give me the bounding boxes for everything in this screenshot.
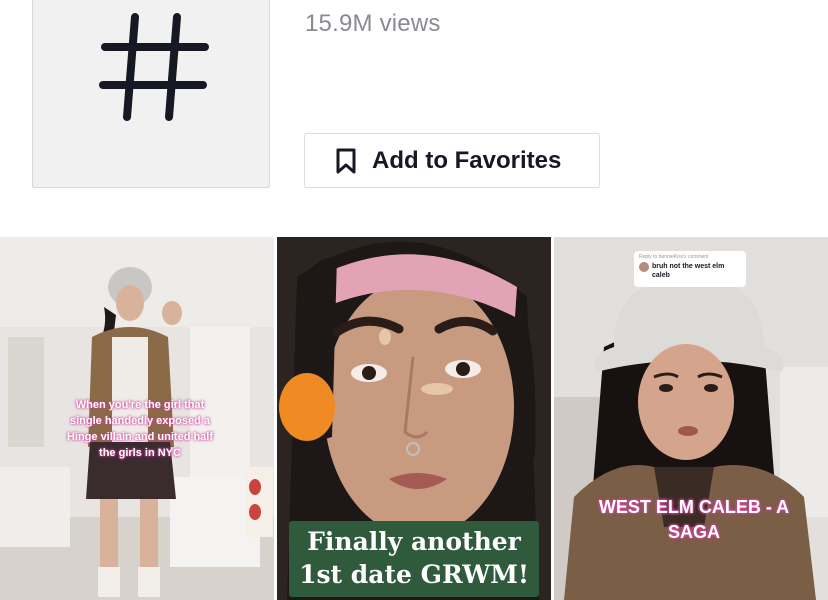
avatar bbox=[639, 262, 649, 272]
video-caption: When you're the girl that single handedl… bbox=[66, 399, 214, 459]
hashtag-avatar bbox=[32, 0, 270, 188]
video-card[interactable]: Finally another 1st date GRWM! bbox=[277, 237, 551, 600]
add-to-favorites-button[interactable]: Add to Favorites bbox=[304, 133, 600, 188]
reply-meta: Reply to bunnieKiss's comment bbox=[639, 254, 709, 260]
video-caption: Finally another 1st date GRWM! bbox=[289, 521, 539, 597]
bookmark-icon bbox=[336, 148, 356, 174]
hashtag-icon bbox=[99, 13, 209, 121]
video-card[interactable]: Reply to bunnieKiss's comment bruh not t… bbox=[554, 237, 828, 600]
reply-comment: bruh not the west elm caleb bbox=[652, 263, 725, 279]
add-to-favorites-label: Add to Favorites bbox=[372, 147, 562, 174]
reply-bubble: Reply to bunnieKiss's comment bruh not t… bbox=[634, 251, 746, 287]
video-caption: WEST ELM CALEB - A SAGA bbox=[598, 497, 790, 542]
views-count: 15.9M views bbox=[305, 10, 441, 37]
video-card[interactable]: When you're the girl that single handedl… bbox=[0, 237, 274, 600]
video-thumbnail bbox=[554, 237, 828, 600]
